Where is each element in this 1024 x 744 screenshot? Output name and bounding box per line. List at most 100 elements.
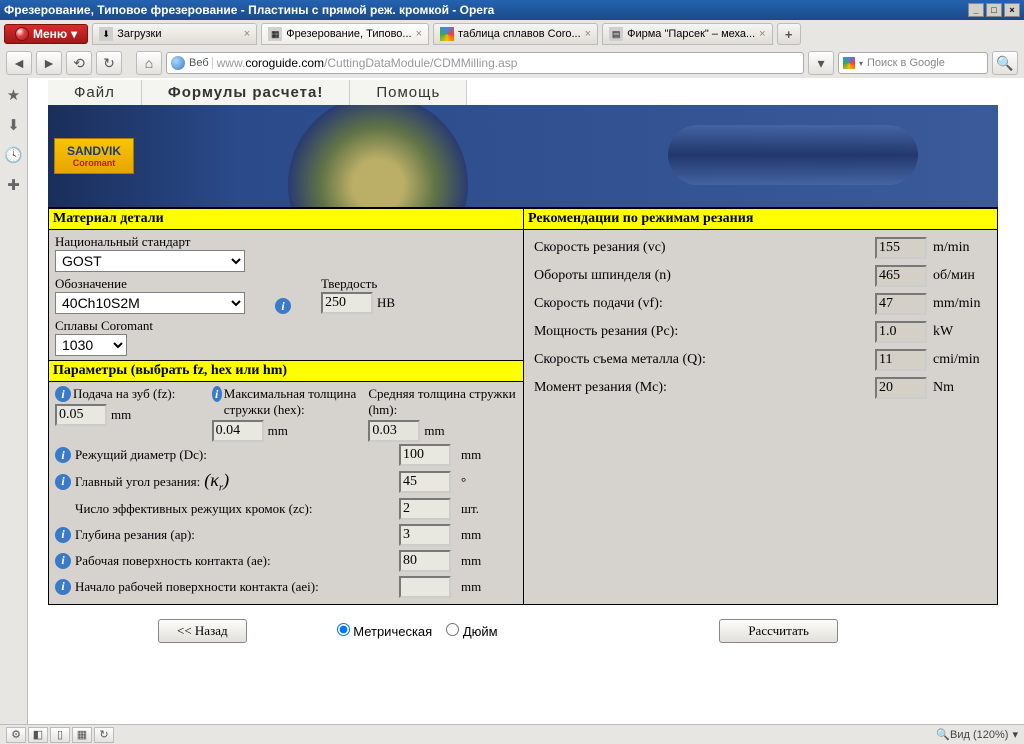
close-icon[interactable]: × bbox=[416, 28, 422, 40]
rec-label: Скорость подачи (vf): bbox=[534, 296, 875, 312]
status-btn-5[interactable]: ↻ bbox=[94, 727, 114, 743]
rec-unit: kW bbox=[927, 324, 987, 340]
designation-label: Обозначение bbox=[55, 276, 245, 292]
rec-row: Момент резания (Mc):Nm bbox=[530, 374, 991, 402]
close-icon[interactable]: × bbox=[244, 28, 250, 40]
param-unit: mm bbox=[461, 527, 517, 543]
info-icon[interactable]: i bbox=[55, 527, 71, 543]
page-content: Файл Формулы расчета! Помощь SANDVIK Cor… bbox=[28, 78, 1024, 724]
dropdown-history-button[interactable]: ▾ bbox=[808, 51, 834, 75]
menu-help[interactable]: Помощь bbox=[350, 80, 467, 105]
google-icon bbox=[440, 27, 454, 41]
param-input[interactable] bbox=[399, 471, 451, 493]
calculate-button[interactable]: Рассчитать bbox=[719, 619, 838, 643]
star-icon[interactable]: ★ bbox=[7, 86, 20, 104]
opera-menu-button[interactable]: Меню ▾ bbox=[4, 24, 88, 44]
hardness-unit: HB bbox=[377, 295, 395, 311]
info-icon[interactable]: i bbox=[212, 386, 222, 402]
status-btn-3[interactable]: ▯ bbox=[50, 727, 70, 743]
rec-unit: об/мин bbox=[927, 268, 987, 284]
forward-button[interactable]: ► bbox=[36, 51, 62, 75]
search-button[interactable]: 🔍 bbox=[992, 51, 1018, 75]
tab-alloys[interactable]: таблица сплавов Coro... × bbox=[433, 23, 598, 45]
section-rec-body: Скорость резания (vc)m/minОбороты шпинде… bbox=[524, 230, 997, 604]
address-bar[interactable]: Веб www.coroguide.com/CuttingDataModule/… bbox=[166, 52, 804, 74]
radio-inch[interactable]: Дюйм bbox=[446, 623, 497, 639]
param-input[interactable] bbox=[399, 550, 451, 572]
param-label: Главный угол резания: bbox=[75, 474, 200, 490]
maximize-button[interactable]: □ bbox=[986, 3, 1002, 17]
param-row: iРабочая поверхность контакта (ae):mm bbox=[55, 548, 517, 574]
status-btn-2[interactable]: ◧ bbox=[28, 727, 48, 743]
status-btn-1[interactable]: ⚙ bbox=[6, 727, 26, 743]
kappa-symbol: (κr) bbox=[204, 470, 229, 494]
history-icon[interactable]: 🕓 bbox=[4, 146, 23, 164]
param-input[interactable] bbox=[399, 576, 451, 598]
standard-select[interactable]: GOST bbox=[55, 250, 245, 272]
info-icon[interactable]: i bbox=[55, 447, 71, 463]
search-box[interactable]: ▾ Поиск в Google bbox=[838, 52, 988, 74]
section-material-header: Материал детали bbox=[49, 208, 523, 230]
section-params-header: Параметры (выбрать fz, hex или hm) bbox=[49, 360, 523, 382]
new-tab-button[interactable]: + bbox=[777, 23, 801, 45]
close-icon[interactable]: × bbox=[759, 28, 765, 40]
radio-metric[interactable]: Метрическая bbox=[337, 623, 433, 639]
fz-input[interactable] bbox=[55, 404, 107, 426]
menu-file[interactable]: Файл bbox=[48, 80, 142, 105]
info-icon[interactable]: i bbox=[55, 386, 71, 402]
opera-icon bbox=[15, 27, 29, 41]
param-label: Рабочая поверхность контакта (ae): bbox=[75, 553, 271, 569]
back-button-app[interactable]: << Назад bbox=[158, 619, 247, 643]
rec-value bbox=[875, 321, 927, 343]
info-icon[interactable]: i bbox=[55, 474, 71, 490]
info-icon[interactable]: i bbox=[55, 553, 71, 569]
close-window-button[interactable]: × bbox=[1004, 3, 1020, 17]
param-unit: ° bbox=[461, 474, 517, 490]
designation-select[interactable]: 40Ch10S2M bbox=[55, 292, 245, 314]
info-icon[interactable]: i bbox=[275, 298, 291, 314]
window-title: Фрезерование, Типовое фрезерование - Пла… bbox=[4, 3, 494, 17]
param-row: iГлавный угол резания:(κr) ° bbox=[55, 468, 517, 496]
hex-input[interactable] bbox=[212, 420, 264, 442]
param-unit: mm bbox=[461, 579, 517, 595]
window-titlebar: Фрезерование, Типовое фрезерование - Пла… bbox=[0, 0, 1024, 20]
download-icon[interactable]: ⬇ bbox=[7, 116, 20, 134]
hex-label: Максимальная толщина стружки (hex): bbox=[224, 386, 361, 418]
nav-toolbar: ◄ ► ⟲ ↻ ⌂ Веб www.coroguide.com/CuttingD… bbox=[0, 48, 1024, 78]
param-row: iРежущий диаметр (Dc):mm bbox=[55, 442, 517, 468]
tab-parsek[interactable]: ▤ Фирма "Парсек" – меха... × bbox=[602, 23, 773, 45]
page-icon: ▤ bbox=[609, 27, 623, 41]
param-input[interactable] bbox=[399, 444, 451, 466]
info-icon[interactable]: i bbox=[55, 579, 71, 595]
hardness-input[interactable] bbox=[321, 292, 373, 314]
param-input[interactable] bbox=[399, 498, 451, 520]
close-icon[interactable]: × bbox=[585, 28, 591, 40]
home-button[interactable]: ⌂ bbox=[136, 51, 162, 75]
rec-label: Скорость съема металла (Q): bbox=[534, 352, 875, 368]
tab-downloads[interactable]: ⬇ Загрузки × bbox=[92, 23, 257, 45]
rec-unit: cmі/min bbox=[927, 352, 987, 368]
rec-value bbox=[875, 265, 927, 287]
alloy-select[interactable]: 1030 bbox=[55, 334, 127, 356]
chevron-down-icon[interactable]: ▾ bbox=[1012, 728, 1018, 741]
hm-input[interactable] bbox=[368, 420, 420, 442]
reload-button[interactable]: ↻ bbox=[96, 51, 122, 75]
menu-formulas[interactable]: Формулы расчета! bbox=[142, 80, 350, 105]
tab-bar: Меню ▾ ⬇ Загрузки × ▦ Фрезерование, Типо… bbox=[0, 20, 1024, 48]
rec-row: Мощность резания (Pc):kW bbox=[530, 318, 991, 346]
rec-value bbox=[875, 349, 927, 371]
rec-label: Момент резания (Mc): bbox=[534, 380, 875, 396]
param-input[interactable] bbox=[399, 524, 451, 546]
status-btn-4[interactable]: ▦ bbox=[72, 727, 92, 743]
back-button[interactable]: ◄ bbox=[6, 51, 32, 75]
rec-label: Обороты шпинделя (n) bbox=[534, 268, 875, 284]
section-rec-header: Рекомендации по режимам резания bbox=[524, 208, 997, 230]
download-icon: ⬇ bbox=[99, 27, 113, 41]
shaft-graphic bbox=[668, 125, 918, 185]
zoom-label[interactable]: Вид (120%) bbox=[950, 729, 1008, 741]
rewind-button[interactable]: ⟲ bbox=[66, 51, 92, 75]
add-panel-icon[interactable]: ✚ bbox=[7, 176, 20, 194]
fz-label: Подача на зуб (fz): bbox=[73, 386, 175, 402]
tab-milling[interactable]: ▦ Фрезерование, Типово... × bbox=[261, 23, 429, 45]
minimize-button[interactable]: _ bbox=[968, 3, 984, 17]
